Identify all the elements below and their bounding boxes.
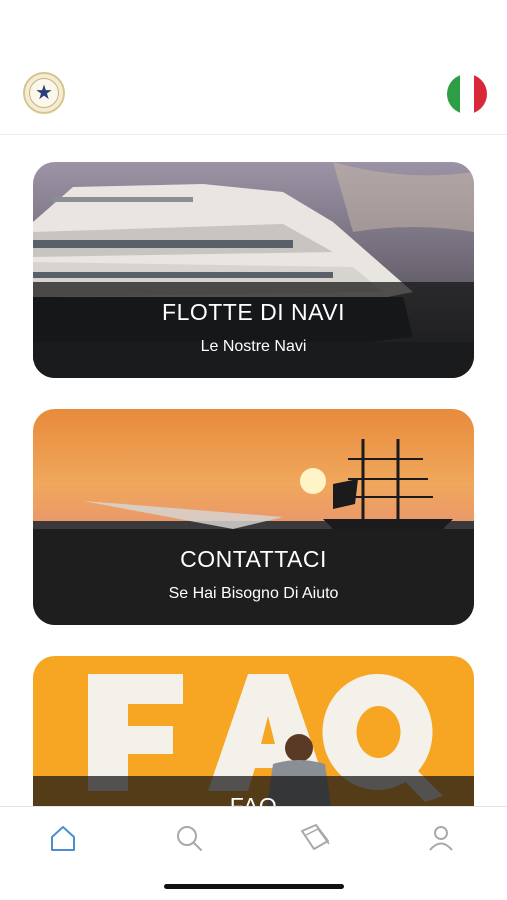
card-subtitle: Se Hai Bisogno Di Aiuto	[168, 585, 339, 602]
tickets-icon	[301, 824, 330, 850]
card-title: FLOTTE DI NAVI	[162, 299, 345, 325]
search-icon	[177, 826, 202, 851]
home-icon	[51, 826, 75, 851]
star-icon: ★	[29, 78, 59, 108]
card-overlay	[33, 529, 474, 625]
card-overlay	[33, 282, 474, 378]
club-logo[interactable]: ★	[23, 72, 65, 114]
header: ★	[0, 0, 507, 135]
card-fleet[interactable]: FLOTTE DI NAVI Le Nostre Navi	[33, 162, 474, 378]
profile-icon	[429, 826, 453, 851]
card-title: FAQ	[229, 793, 278, 806]
flag-red-stripe	[473, 74, 487, 114]
tab-home[interactable]	[46, 821, 80, 855]
home-indicator[interactable]	[164, 884, 344, 889]
card-faq[interactable]: FAQ	[33, 656, 474, 806]
card-title: CONTATTACI	[180, 546, 327, 572]
flag-green-stripe	[447, 74, 461, 114]
tab-profile[interactable]	[424, 821, 458, 855]
main-content: FLOTTE DI NAVI Le Nostre Navi CONTATTACI…	[0, 136, 507, 806]
tab-search[interactable]	[172, 821, 206, 855]
language-flag-button[interactable]	[447, 74, 487, 114]
flag-white-stripe	[460, 74, 474, 114]
card-contact[interactable]: CONTATTACI Se Hai Bisogno Di Aiuto	[33, 409, 474, 625]
card-subtitle: Le Nostre Navi	[200, 338, 307, 355]
app-screen: ★ FLOTTE DI NAVI Le Nostre Navi CONTATTA…	[0, 0, 507, 900]
tab-tickets[interactable]	[298, 821, 332, 855]
